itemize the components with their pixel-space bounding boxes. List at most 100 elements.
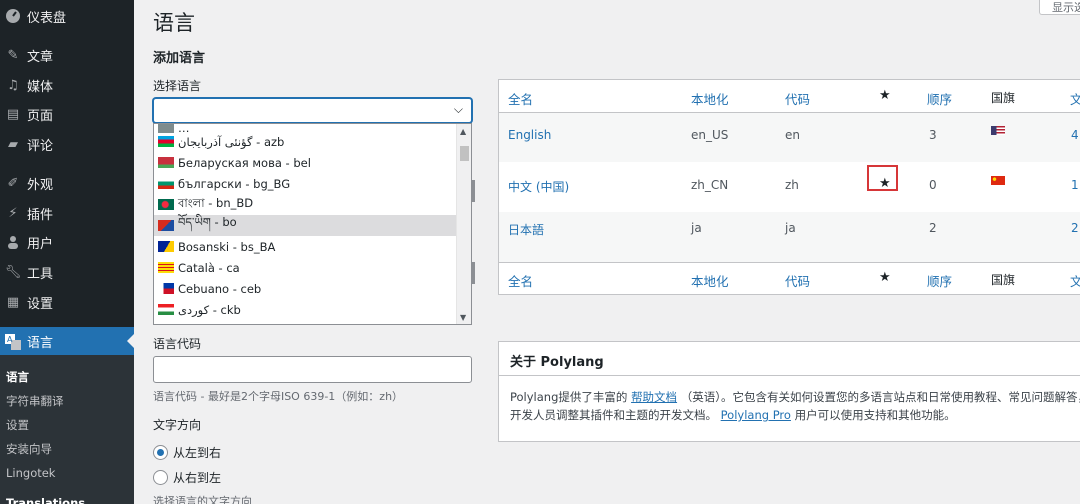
menu-label: 评论 [27,138,54,154]
option-label: Català - ca [178,260,240,275]
flag-icon [158,157,174,168]
menu-pages[interactable]: ▤ 页面 [0,100,134,128]
svg-text:A: A [7,335,13,344]
menu-appearance[interactable]: ✐ 外观 [0,169,134,197]
flag-icon [158,283,174,294]
language-code-help: 语言代码 - 最好是2个字母ISO 639-1（例如：zh） [153,390,404,403]
language-code-input[interactable] [153,356,472,383]
page-title: 语言 [153,11,195,35]
submenu-translations[interactable]: Translations [6,496,85,504]
highlight-box [867,165,898,191]
dropdown-option[interactable]: Bosanski - bs_BA [154,236,457,257]
polylang-pro-link[interactable]: Polylang Pro [721,408,791,422]
us-flag-icon [991,124,1005,138]
about-text: 用户可以使用支持和其他功能。 [794,408,956,422]
page-icon: ▤ [6,106,20,122]
menu-tools[interactable]: 🔧︎ 工具 [0,258,134,286]
scrollbar-thumb[interactable] [460,146,469,161]
post-count-link[interactable]: 2 [1071,221,1079,235]
col-locale[interactable]: 本地化 [691,271,729,290]
dropdown-option[interactable]: Cebuano - ceb [154,278,457,299]
dropdown-option-highlighted[interactable]: བོད་ཡིག - bo [154,215,457,236]
dropdown-option[interactable]: Беларуская мова - bel [154,152,457,173]
post-count-link[interactable]: 1 [1071,178,1079,192]
col-order[interactable]: 顺序 [927,89,952,108]
comment-icon: ▰ [8,136,18,152]
radio-ltr-row[interactable]: 从左到右 [153,444,221,461]
option-label: Беларуская мова - bel [178,155,311,170]
language-select[interactable]: ⌵ [153,98,472,123]
languages-table: 全名 本地化 代码 ★ 顺序 国旗 文 English en_US en 3 4… [498,79,1080,295]
dashboard-icon [4,7,22,25]
menu-label: 工具 [27,266,54,282]
dropdown-option[interactable]: Català - ca [154,257,457,278]
option-label: български - bg_BG [178,176,291,191]
option-label: گؤنئی آذربایجان - azb [178,134,285,149]
radio-ltr[interactable] [153,445,168,460]
option-label: کوردی - ckb [178,302,241,317]
dropdown-option[interactable]: کوردی - ckb [154,299,457,320]
option-label: Bosanski - bs_BA [178,239,276,254]
menu-label: 设置 [27,296,54,312]
menu-posts[interactable]: ✎ 文章 [0,41,134,69]
post-count-link[interactable]: 4 [1071,128,1079,142]
about-text-line2: 开发人员调整其插件和主题的开发文档。 Polylang Pro 用户可以使用支持… [510,407,956,423]
col-code[interactable]: 代码 [785,89,810,108]
screen-options-button[interactable]: 显示选项 [1039,0,1080,15]
flag-icon [158,136,174,147]
radio-rtl[interactable] [153,470,168,485]
menu-label: 语言 [27,336,54,351]
menu-label: 页面 [27,108,54,124]
flag-icon [158,304,174,315]
help-docs-link[interactable]: 帮助文档 [631,390,677,404]
locale-cell: zh_CN [691,178,729,192]
language-name-link[interactable]: 日本語 [508,221,544,238]
code-cell: ja [785,221,796,235]
menu-dashboard[interactable]: 仪表盘 [0,2,134,30]
col-order[interactable]: 顺序 [927,271,952,290]
col-flag: 国旗 [991,91,1016,105]
translate-icon: A [4,333,22,351]
submenu-wizard[interactable]: 安装向导 [6,441,52,457]
table-row: 中文 (中国) zh_CN zh ★ 0 1 [499,162,1080,212]
menu-settings[interactable]: ▦ 设置 [0,288,134,316]
language-name-link[interactable]: English [508,128,551,142]
menu-plugins[interactable]: ⚡ 插件 [0,199,134,227]
language-name-link[interactable]: 中文 (中国) [508,178,569,195]
flag-icon [158,262,174,273]
menu-media[interactable]: ♫ 媒体 [0,71,134,99]
user-icon [4,233,22,251]
menu-languages[interactable]: A 语言 [0,327,134,356]
menu-comments[interactable]: ▰ 评论 [0,130,134,158]
menu-users[interactable]: 用户 [0,228,134,256]
radio-ltr-label: 从左到右 [173,446,222,460]
submenu-languages[interactable]: 语言 [6,369,29,385]
settings-icon: ▦ [6,294,20,310]
order-cell: 0 [929,178,937,192]
scroll-up-icon[interactable]: ▲ [460,127,466,136]
radio-rtl-row[interactable]: 从右到左 [153,469,221,486]
col-posts[interactable]: 文 [1070,89,1080,108]
col-posts[interactable]: 文 [1070,271,1080,290]
col-fullname[interactable]: 全名 [508,89,533,108]
flag-icon [158,199,174,210]
col-fullname[interactable]: 全名 [508,271,533,290]
col-locale[interactable]: 本地化 [691,89,729,108]
dropdown-scrollbar[interactable]: ▲ ▼ [456,124,471,324]
cn-flag-icon [991,174,1005,188]
col-code[interactable]: 代码 [785,271,810,290]
menu-label: 媒体 [27,79,54,95]
radio-rtl-label: 从右到左 [173,471,222,485]
dropdown-option[interactable]: گؤنئی آذربایجان - azb [154,131,457,152]
submenu-strings[interactable]: 字符串翻译 [6,393,64,409]
option-label: Cebuano - ceb [178,281,262,296]
order-cell: 2 [929,221,937,235]
scroll-down-icon[interactable]: ▼ [460,313,466,322]
table-row: English en_US en 3 4 [499,113,1080,162]
table-header-row: 全名 本地化 代码 ★ 顺序 国旗 文 [499,80,1080,113]
dropdown-option[interactable]: български - bg_BG [154,173,457,194]
submenu-settings[interactable]: 设置 [6,417,29,433]
language-dropdown-list[interactable]: … گؤنئی آذربایجان - azb Беларуская мова … [153,123,472,325]
menu-label: 外观 [27,177,54,193]
submenu-lingotek[interactable]: Lingotek [6,466,55,480]
